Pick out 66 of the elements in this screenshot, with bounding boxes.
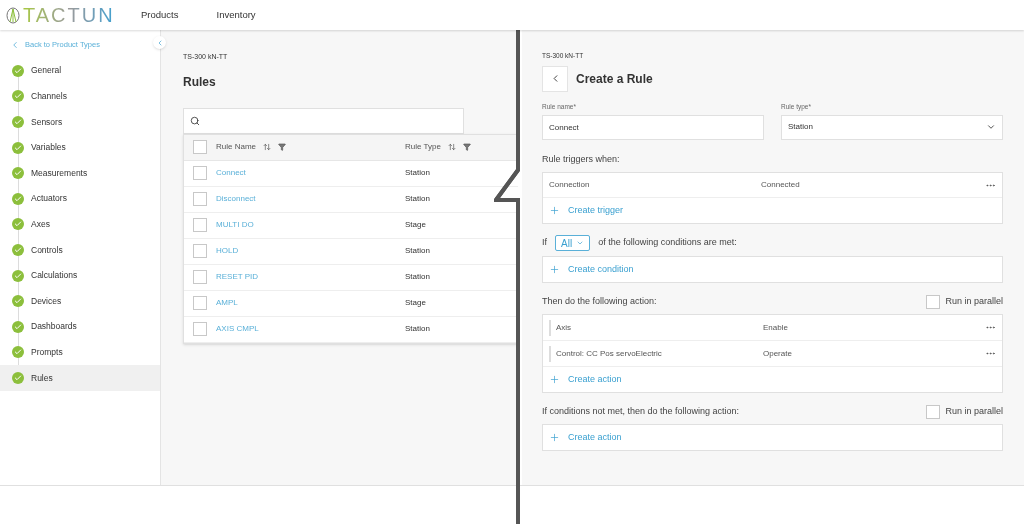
- sidebar-item[interactable]: Controls: [0, 237, 160, 263]
- sidebar-item[interactable]: Rules: [0, 365, 160, 391]
- condition-prefix: If: [542, 236, 547, 250]
- table-cell-text: Control: CC Pos servoElectric: [556, 347, 663, 360]
- checkbox-label: Run in parallel: [945, 295, 1003, 309]
- plus-icon: [549, 264, 560, 275]
- sidebar-item[interactable]: Variables: [0, 134, 160, 161]
- table-cell: Station: [405, 167, 430, 179]
- logo-icon: [6, 6, 20, 24]
- sidebar-item[interactable]: Axes: [0, 211, 160, 238]
- checkbox-label: Run in parallel: [945, 405, 1003, 419]
- sidebar-item[interactable]: Calculations: [0, 262, 160, 289]
- table-cell-text: Connected: [761, 179, 801, 191]
- section-label: If conditions not met, then do the following action:: [542, 405, 740, 419]
- nav-link[interactable]: Products: [141, 7, 179, 23]
- page-title: Rules: [183, 73, 217, 91]
- table-cell: Stage: [405, 297, 426, 309]
- chevron-down-icon: [576, 239, 585, 247]
- chevron-down-icon: [986, 122, 996, 132]
- column-header[interactable]: Rule Name: [216, 141, 256, 153]
- sidebar-item[interactable]: Actuators: [0, 185, 160, 212]
- sidebar-item[interactable]: Channels: [0, 83, 160, 110]
- search-field[interactable]: [183, 107, 464, 134]
- plus-icon: [549, 432, 560, 443]
- table-cell-text: Enable: [763, 321, 789, 334]
- back-button[interactable]: [542, 65, 568, 92]
- table-cell: Stage: [405, 219, 426, 231]
- sidebar-item[interactable]: Sensors: [0, 109, 160, 135]
- column-header[interactable]: Rule Type: [405, 141, 441, 153]
- plus-icon: [549, 205, 560, 216]
- table-cell-text: Operate: [763, 347, 793, 360]
- checkbox[interactable]: [926, 405, 941, 419]
- filter-icon[interactable]: [278, 143, 286, 151]
- checkbox[interactable]: [193, 166, 207, 180]
- search-icon: [190, 115, 200, 126]
- condition-suffix: of the following conditions are met:: [598, 236, 737, 250]
- section-label: Rule triggers when:: [542, 152, 621, 166]
- checkbox[interactable]: [193, 244, 207, 258]
- nav-link[interactable]: Inventory: [216, 7, 256, 23]
- sidebar-item[interactable]: Devices: [0, 288, 160, 314]
- sidebar-item[interactable]: Prompts: [0, 339, 160, 366]
- sidebar-item[interactable]: Measurements: [0, 160, 160, 186]
- chevron-left-icon: [10, 40, 20, 50]
- checkbox[interactable]: [926, 295, 941, 309]
- section-label: Then do the following action:: [542, 295, 657, 309]
- checkbox[interactable]: [193, 270, 207, 284]
- table-cell: Station: [405, 193, 430, 205]
- table-cell-text: Connection: [549, 179, 591, 191]
- sidebar-item[interactable]: Dashboards: [0, 313, 160, 340]
- table-cell: Station: [405, 245, 430, 257]
- rule-type-select[interactable]: Station: [781, 114, 1003, 140]
- table-cell: Station: [405, 271, 430, 283]
- checkbox[interactable]: [193, 322, 207, 336]
- page-title: Create a Rule: [576, 70, 653, 88]
- sort-icon[interactable]: [263, 143, 271, 151]
- table-cell-text: Axis: [556, 321, 573, 334]
- checkbox[interactable]: [193, 140, 207, 154]
- rule-name-field[interactable]: Connect: [542, 114, 764, 140]
- sidebar-item[interactable]: General: [0, 58, 160, 84]
- checkbox[interactable]: [193, 296, 207, 310]
- sort-icon[interactable]: [447, 143, 456, 151]
- plus-icon: [549, 374, 560, 385]
- checkbox[interactable]: [193, 218, 207, 232]
- table-cell: Station: [405, 323, 430, 335]
- checkbox[interactable]: [193, 192, 207, 206]
- filter-icon[interactable]: [462, 143, 471, 151]
